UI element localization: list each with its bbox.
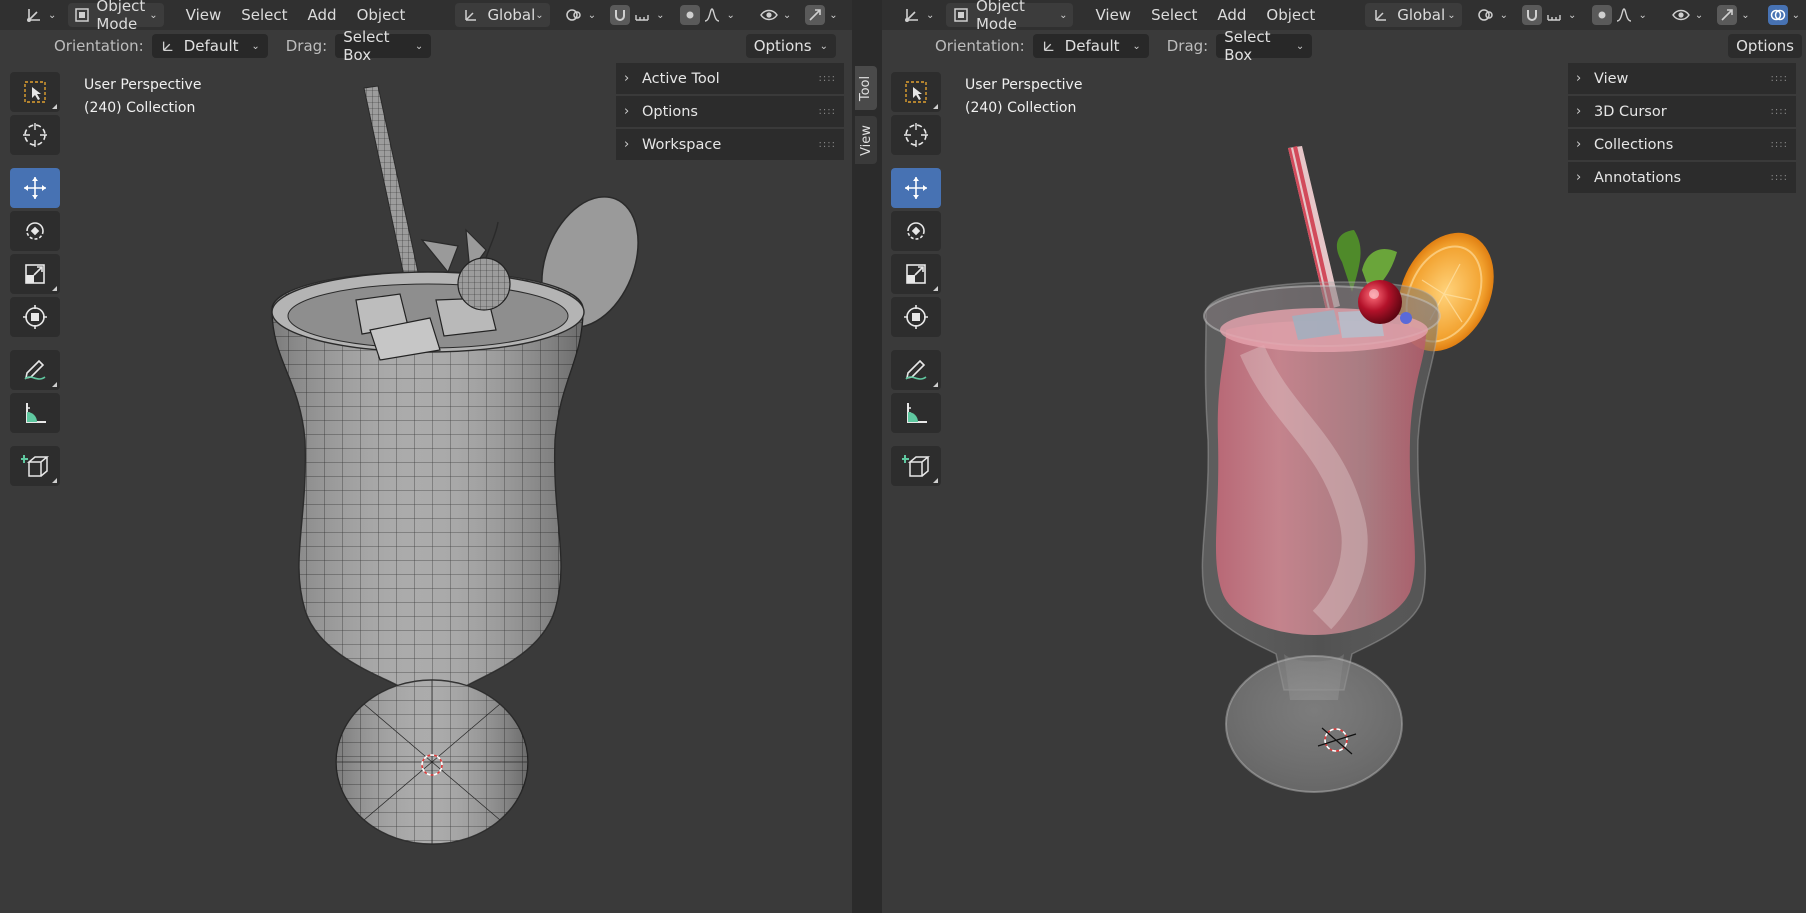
drag-handle-icon[interactable]: :::: [819,106,836,117]
tab-label: Tool [858,75,874,101]
panel-collections[interactable]: › Collections :::: [1568,129,1796,160]
panel-title: Workspace [642,136,722,153]
tab-label: View [858,124,874,156]
chevron-right-icon: › [1576,137,1582,152]
drag-handle-icon[interactable]: :::: [1771,172,1788,183]
tab-view[interactable]: View [855,116,877,164]
sidebar-tabs: Tool View [855,66,877,170]
chevron-right-icon: › [624,104,630,119]
tab-tool[interactable]: Tool [855,66,877,110]
panel-title: Collections [1594,136,1674,153]
panel-view[interactable]: › View :::: [1568,63,1796,94]
panel-workspace[interactable]: › Workspace :::: [616,129,844,160]
drag-handle-icon[interactable]: :::: [1771,139,1788,150]
drag-handle-icon[interactable]: :::: [819,139,836,150]
viewport-left[interactable]: ⌄ Object Mode ⌄ View Select Add Object G… [0,0,852,913]
drag-handle-icon[interactable]: :::: [1771,73,1788,84]
panel-title: Annotations [1594,169,1682,186]
sidebar-panels: › Active Tool :::: › Options :::: › Work… [616,63,844,162]
panel-title: 3D Cursor [1594,103,1667,120]
panel-3d-cursor[interactable]: › 3D Cursor :::: [1568,96,1796,127]
panel-title: Active Tool [642,70,720,87]
chevron-right-icon: › [624,137,630,152]
viewport-right[interactable]: ⌄ Object Mode ⌄ View Select Add Object G… [882,0,1806,913]
panel-active-tool[interactable]: › Active Tool :::: [616,63,844,94]
sidebar-panels: › View :::: › 3D Cursor :::: › Collectio… [1568,63,1796,195]
chevron-right-icon: › [1576,170,1582,185]
chevron-right-icon: › [624,71,630,86]
panel-options[interactable]: › Options :::: [616,96,844,127]
panel-title: View [1594,70,1629,87]
panel-annotations[interactable]: › Annotations :::: [1568,162,1796,193]
drag-handle-icon[interactable]: :::: [819,73,836,84]
chevron-right-icon: › [1576,104,1582,119]
drag-handle-icon[interactable]: :::: [1771,106,1788,117]
chevron-right-icon: › [1576,71,1582,86]
panel-title: Options [642,103,698,120]
